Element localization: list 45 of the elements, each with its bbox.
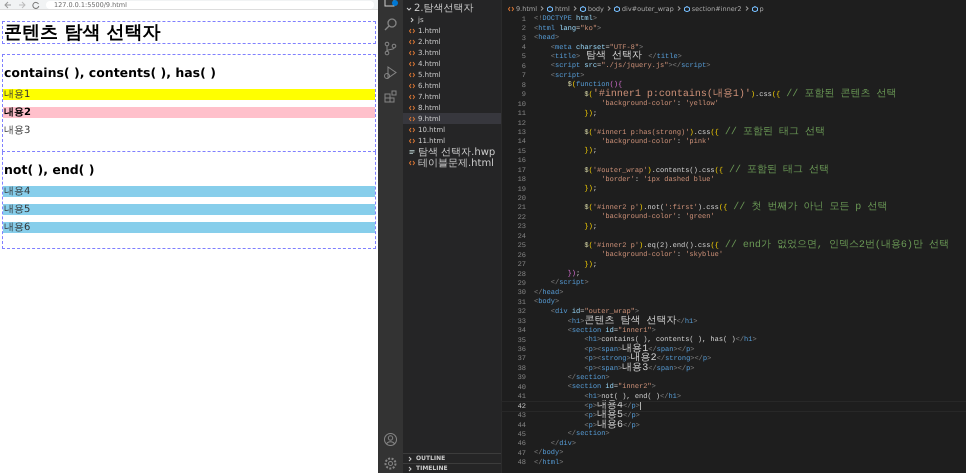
extensions-icon[interactable] bbox=[383, 89, 398, 104]
back-arrow-icon[interactable] bbox=[4, 0, 12, 8]
cube-icon bbox=[547, 6, 554, 12]
run-debug-icon[interactable] bbox=[383, 65, 398, 80]
page-heading: 콘텐츠 탐색 선택자 bbox=[2, 21, 376, 44]
search-icon[interactable] bbox=[383, 17, 398, 32]
paragraph: 내용1 bbox=[3, 89, 375, 100]
paragraph: 내용4 bbox=[3, 186, 375, 197]
code-file-icon bbox=[409, 138, 415, 144]
folder-item[interactable]: 2.탐색선택자 bbox=[403, 0, 501, 14]
cube-icon bbox=[580, 6, 586, 12]
paragraph: 내용3 bbox=[3, 125, 32, 136]
code-file-icon bbox=[409, 94, 415, 100]
section-heading: not( ), end( ) bbox=[4, 162, 96, 178]
settings-icon[interactable] bbox=[383, 456, 398, 471]
account-icon[interactable] bbox=[383, 432, 398, 447]
code-file-icon bbox=[508, 6, 514, 12]
chevron-icon bbox=[744, 6, 749, 11]
code-file-icon bbox=[409, 50, 415, 56]
section-heading: contains( ), contents( ), has( ) bbox=[4, 65, 217, 81]
code-file-icon bbox=[409, 82, 415, 88]
cube-icon bbox=[752, 6, 758, 12]
code-file-icon bbox=[409, 160, 415, 166]
paragraph: 내용2 bbox=[3, 107, 375, 118]
chevron-icon bbox=[606, 6, 611, 11]
files-icon[interactable] bbox=[383, 0, 398, 8]
code-file-icon bbox=[409, 126, 415, 132]
document-icon bbox=[409, 148, 415, 154]
code-file-icon bbox=[409, 38, 415, 44]
code-file-icon bbox=[409, 72, 415, 78]
paragraph: 내용6 bbox=[3, 222, 375, 233]
file-item[interactable]: 테이블문제.html bbox=[403, 157, 501, 168]
chevron-icon bbox=[676, 6, 681, 11]
cube-icon bbox=[614, 6, 620, 12]
paragraph: 내용5 bbox=[3, 204, 375, 215]
code-file-icon bbox=[409, 116, 415, 122]
chevron-icon bbox=[572, 6, 577, 11]
code-file-icon bbox=[409, 60, 415, 66]
file-item[interactable]: 탐색 선택자.hwp bbox=[403, 146, 501, 157]
reload-icon[interactable] bbox=[32, 0, 40, 8]
code-file-icon bbox=[409, 28, 415, 34]
cube-icon bbox=[684, 6, 690, 12]
chevron-icon bbox=[540, 6, 544, 11]
source-control-icon[interactable] bbox=[383, 41, 398, 56]
code-file-icon bbox=[409, 104, 415, 110]
